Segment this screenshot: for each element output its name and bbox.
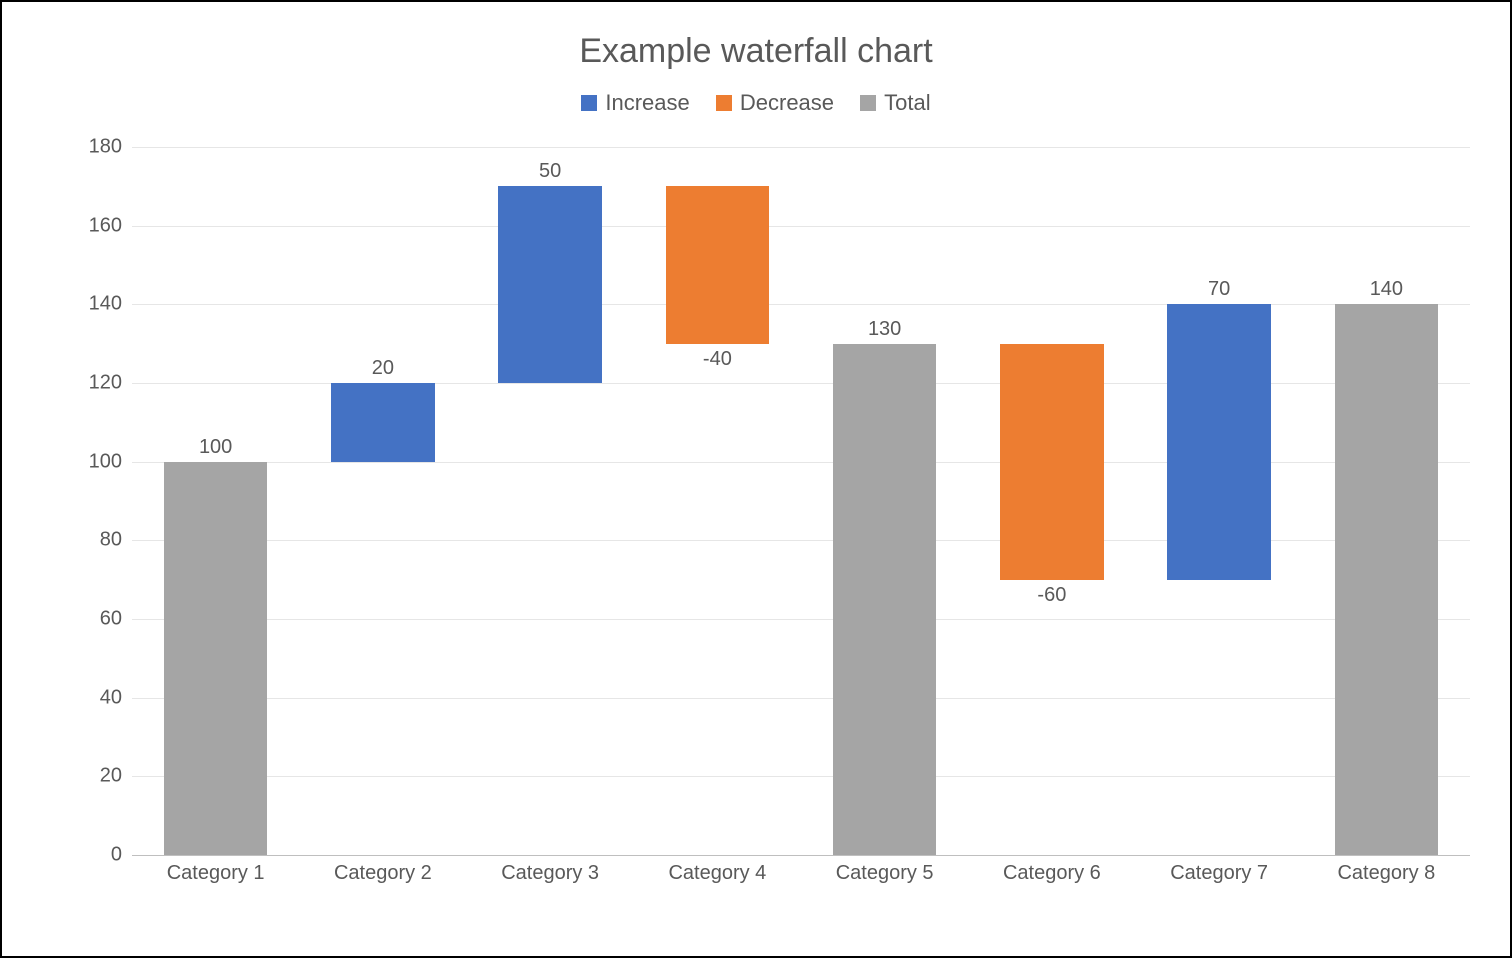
data-label: 140 xyxy=(1370,278,1403,301)
data-label: 20 xyxy=(372,357,394,380)
x-axis-labels: Category 1 Category 2 Category 3 Category 4… xyxy=(132,856,1470,896)
bar-total xyxy=(833,344,937,855)
gridline xyxy=(132,619,1470,620)
x-tick-label: Category 3 xyxy=(501,862,599,885)
chart-legend: Increase Decrease Total xyxy=(2,90,1510,117)
legend-swatch-increase xyxy=(581,95,597,111)
x-tick-label: Category 4 xyxy=(668,862,766,885)
gridline xyxy=(132,226,1470,227)
y-tick-label: 120 xyxy=(89,372,122,395)
x-tick-label: Category 5 xyxy=(836,862,934,885)
data-label: 50 xyxy=(539,160,561,183)
x-tick-label: Category 7 xyxy=(1170,862,1268,885)
bar-total xyxy=(1335,304,1439,855)
legend-item-decrease: Decrease xyxy=(716,90,834,116)
bar-decrease xyxy=(666,186,770,343)
legend-label-total: Total xyxy=(884,90,930,116)
chart-frame: Example waterfall chart Increase Decreas… xyxy=(0,0,1512,958)
x-tick-label: Category 1 xyxy=(167,862,265,885)
data-label: 130 xyxy=(868,318,901,341)
bar-increase xyxy=(331,383,435,462)
bar-increase xyxy=(1167,304,1271,579)
y-tick-label: 60 xyxy=(100,608,122,631)
legend-swatch-decrease xyxy=(716,95,732,111)
y-tick-label: 20 xyxy=(100,765,122,788)
legend-item-increase: Increase xyxy=(581,90,689,116)
y-tick-label: 100 xyxy=(89,450,122,473)
y-tick-label: 140 xyxy=(89,293,122,316)
plot-wrap: 0204060801001201401601801002050-40130-60… xyxy=(72,147,1470,896)
bar-decrease xyxy=(1000,344,1104,580)
legend-item-total: Total xyxy=(860,90,930,116)
y-tick-label: 160 xyxy=(89,214,122,237)
bar-total xyxy=(164,462,268,855)
legend-label-decrease: Decrease xyxy=(740,90,834,116)
x-tick-label: Category 2 xyxy=(334,862,432,885)
data-label: 70 xyxy=(1208,278,1230,301)
plot-area: 0204060801001201401601801002050-40130-60… xyxy=(132,147,1470,856)
data-label: -40 xyxy=(703,348,732,371)
legend-label-increase: Increase xyxy=(605,90,689,116)
x-tick-label: Category 6 xyxy=(1003,862,1101,885)
y-tick-label: 0 xyxy=(111,844,122,867)
gridline xyxy=(132,776,1470,777)
legend-swatch-total xyxy=(860,95,876,111)
y-tick-label: 40 xyxy=(100,686,122,709)
gridline xyxy=(132,147,1470,148)
x-tick-label: Category 8 xyxy=(1337,862,1435,885)
data-label: 100 xyxy=(199,436,232,459)
gridline xyxy=(132,698,1470,699)
data-label: -60 xyxy=(1037,584,1066,607)
bar-increase xyxy=(498,186,602,383)
y-tick-label: 80 xyxy=(100,529,122,552)
y-tick-label: 180 xyxy=(89,136,122,159)
chart-title: Example waterfall chart xyxy=(2,32,1510,71)
